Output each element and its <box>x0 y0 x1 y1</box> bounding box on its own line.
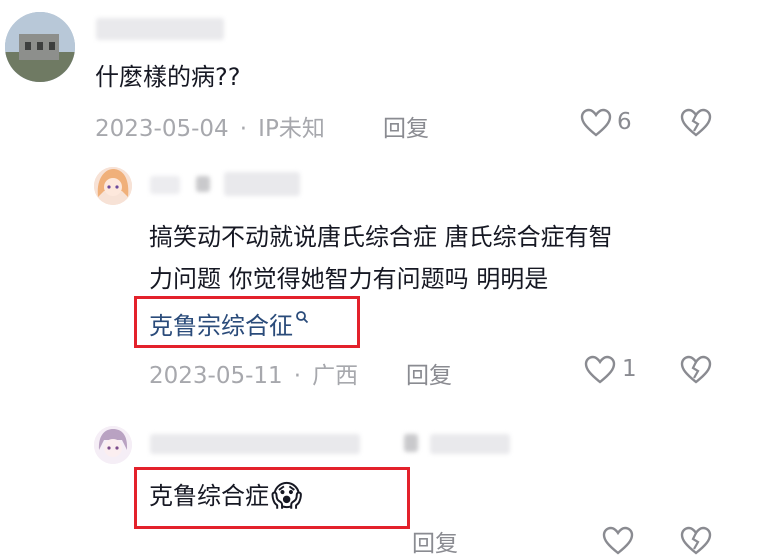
reply-button[interactable]: 回复 <box>412 524 458 558</box>
like-count: 1 <box>622 356 637 382</box>
reply-button[interactable]: 回复 <box>406 356 452 390</box>
comment-text-line: 搞笑动不动就说唐氏综合症 唐氏综合症有智 <box>149 223 613 251</box>
like-button[interactable] <box>602 526 634 556</box>
dislike-button[interactable] <box>680 108 712 138</box>
avatar[interactable] <box>94 426 132 464</box>
heart-icon <box>580 108 612 137</box>
broken-heart-icon <box>680 355 712 384</box>
comment-date: 2023-05-11 <box>149 363 283 389</box>
anime-girl-avatar-icon <box>94 167 132 205</box>
anime-boy-avatar-icon <box>94 426 132 464</box>
like-button[interactable] <box>580 108 612 138</box>
comment-meta: 2023-05-11 · 广西 <box>149 356 358 390</box>
username-blurred[interactable] <box>150 176 180 194</box>
comment-location: IP未知 <box>258 116 325 142</box>
heart-icon <box>584 355 616 384</box>
comment-text: 什麼樣的病?? <box>95 63 241 91</box>
like-count: 6 <box>617 109 632 135</box>
building-photo-icon <box>5 12 75 82</box>
comment-meta: 2023-05-04 · IP未知 <box>95 109 325 142</box>
comment-text-line: 力问题 你觉得她智力有问题吗 明明是 <box>149 265 549 293</box>
meta-separator: · <box>293 363 302 389</box>
heart-icon <box>602 526 634 555</box>
dislike-button[interactable] <box>680 526 712 556</box>
username-blurred[interactable] <box>196 176 210 192</box>
username-blurred[interactable] <box>96 18 224 40</box>
avatar[interactable] <box>94 167 132 205</box>
comment-location: 广西 <box>312 363 359 389</box>
highlight-box <box>134 467 410 529</box>
username-blurred[interactable] <box>404 434 418 452</box>
avatar[interactable] <box>5 12 75 82</box>
reply-button[interactable]: 回复 <box>383 109 429 143</box>
broken-heart-icon <box>680 526 712 555</box>
broken-heart-icon <box>680 108 712 137</box>
username-blurred[interactable] <box>150 434 360 454</box>
highlight-box <box>134 296 360 348</box>
username-blurred[interactable] <box>224 172 300 196</box>
username-blurred[interactable] <box>430 434 510 454</box>
meta-separator: · <box>239 116 248 142</box>
dislike-button[interactable] <box>680 355 712 385</box>
like-button[interactable] <box>584 355 616 385</box>
comment-date: 2023-05-04 <box>95 116 229 142</box>
